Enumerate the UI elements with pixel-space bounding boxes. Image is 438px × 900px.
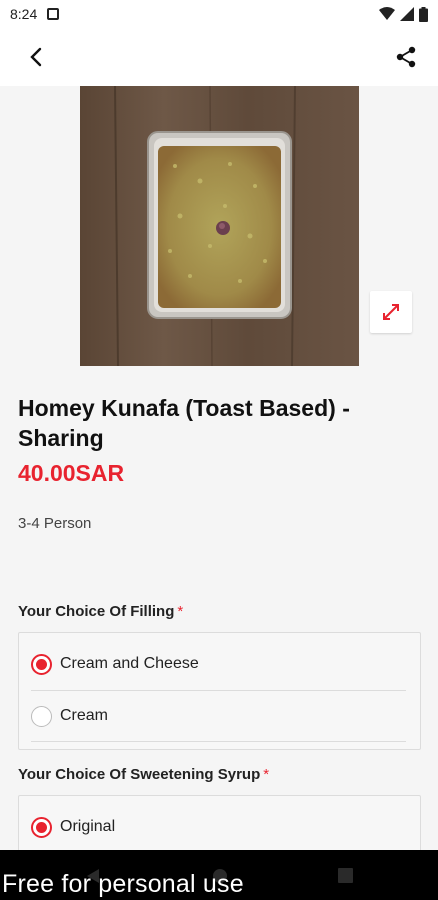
syrup-section-label: Your Choice Of Sweetening Syrup * (18, 766, 269, 783)
option-label: Original (60, 818, 116, 835)
wifi-icon (379, 7, 395, 20)
expand-icon (383, 304, 399, 320)
status-icons (379, 6, 428, 22)
syrup-option-original[interactable]: Original (19, 801, 420, 853)
required-mark: * (177, 603, 184, 620)
notification-icon (47, 8, 60, 20)
radio-unselected-icon[interactable] (31, 705, 52, 727)
required-mark: * (263, 766, 270, 783)
filling-option-cream[interactable]: Cream (19, 690, 420, 742)
product-title: Homey Kunafa (Toast Based) - Sharing (18, 395, 350, 451)
syrup-section-title: Your Choice Of Sweetening Syrup (18, 766, 261, 783)
filling-section-label: Your Choice Of Filling * (18, 603, 183, 620)
filling-section-title: Your Choice Of Filling (18, 603, 175, 620)
nav-recents-icon[interactable] (338, 868, 353, 883)
product-description: 3-4 Person (18, 515, 92, 532)
radio-selected-icon[interactable] (31, 653, 52, 675)
status-time: 8:24 (10, 6, 38, 22)
app-bar (0, 28, 438, 86)
share-button[interactable] (392, 43, 420, 71)
option-label: Cream (60, 707, 109, 724)
battery-icon (419, 6, 428, 22)
watermark-text: Free for personal use (2, 870, 244, 898)
share-icon (396, 46, 416, 68)
product-image[interactable] (80, 86, 359, 366)
filling-option-cream-and-cheese[interactable]: Cream and Cheese (19, 638, 420, 690)
kunafa-tray-photo (80, 86, 359, 366)
option-label: Cream and Cheese (60, 655, 199, 672)
filling-options: Cream and Cheese Cream (18, 632, 421, 750)
signal-icon (400, 7, 414, 21)
product-price: 40.00SAR (18, 460, 125, 486)
expand-image-button[interactable] (370, 291, 412, 333)
radio-selected-icon[interactable] (31, 816, 52, 838)
back-arrow-icon (30, 47, 42, 67)
back-button[interactable] (22, 43, 50, 71)
status-bar: 8:24 (0, 0, 438, 28)
